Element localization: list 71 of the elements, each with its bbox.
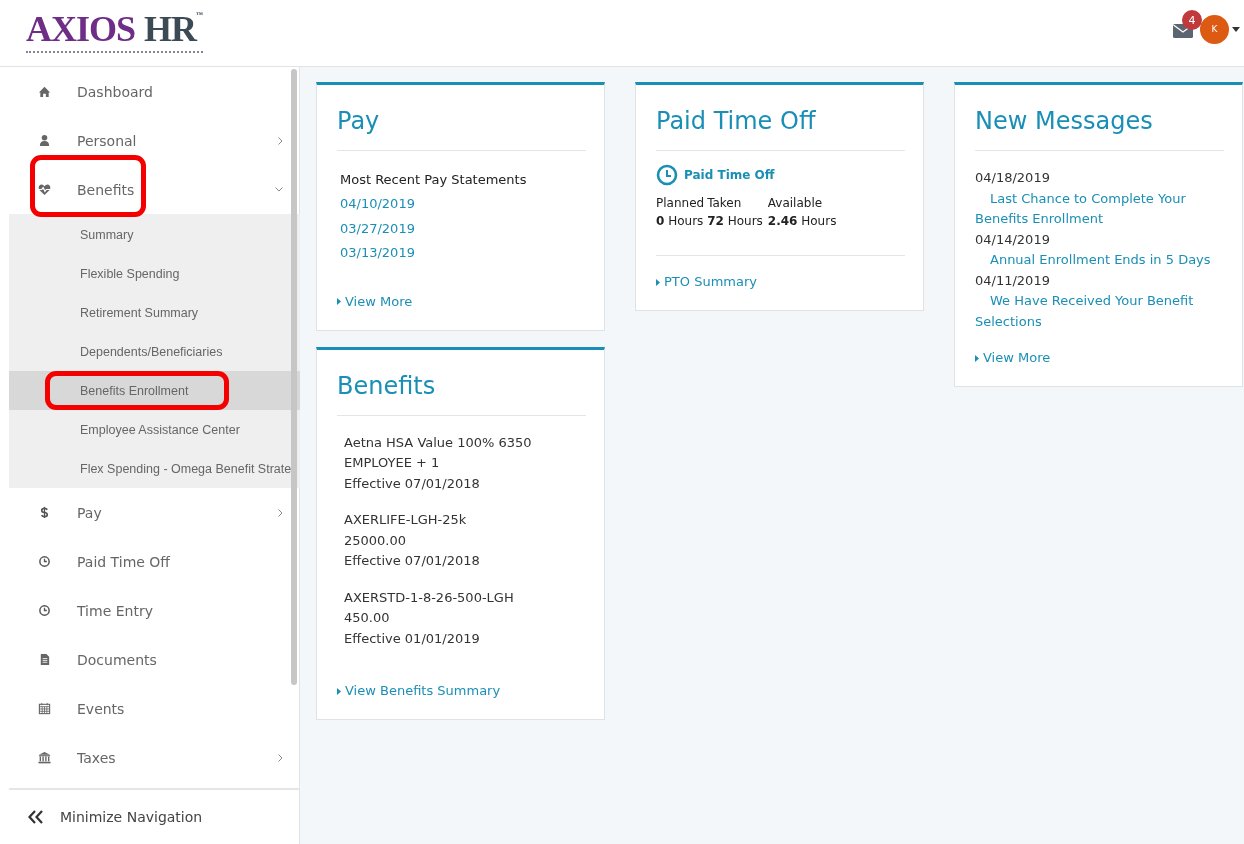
caret-right-icon (656, 278, 660, 286)
chevron-right-icon (278, 136, 283, 145)
hours-value: 2.46 Hours (767, 213, 837, 230)
plan-detail: EMPLOYEE + 1 (344, 454, 441, 472)
plan-detail: 450.00 (344, 609, 391, 627)
nav-item[interactable]: Time Entry (9, 586, 299, 635)
message-date: 04/18/2019 (975, 169, 1050, 187)
clock-icon (656, 164, 678, 186)
clock-icon (37, 604, 51, 617)
nav-item[interactable]: Taxes (9, 733, 299, 782)
message-link[interactable]: Last Chance to Complete Your Benefits Enrollment (975, 188, 1224, 230)
nav-item[interactable]: Benefits (9, 165, 299, 214)
submenu-item[interactable]: Flex Spending - Omega Benefit Strate (9, 449, 300, 488)
view-link[interactable]: PTO Summary (656, 272, 757, 292)
submenu-item[interactable]: Retirement Summary (9, 293, 300, 332)
plan-detail: Effective 01/01/2019 (344, 629, 481, 648)
caret-right-icon (337, 298, 341, 305)
caret-right-icon (337, 687, 341, 695)
home-icon (37, 85, 51, 98)
hours-value: 0 Hours (656, 213, 705, 230)
submenu-item[interactable]: Summary (9, 215, 300, 254)
nav-item[interactable]: Events (9, 684, 299, 733)
view-link[interactable]: View Benefits Summary (337, 681, 501, 701)
scrollbar-thumb[interactable] (291, 69, 297, 685)
card-title: New Messages (975, 106, 1153, 137)
nav-item[interactable]: Pay (9, 488, 299, 537)
plan-detail: Effective 07/01/2018 (344, 552, 480, 570)
notification-badge: 4 (1182, 10, 1202, 30)
chevron-right-icon (278, 508, 283, 517)
view-link[interactable]: View More (337, 291, 413, 312)
plan-detail: Aetna HSA Value 100% 6350 (344, 433, 532, 452)
chevron-down-icon (275, 187, 283, 192)
view-link[interactable]: View More (975, 348, 1051, 368)
clock-icon (37, 555, 51, 568)
column-header: Planned (656, 195, 705, 212)
nav-item[interactable]: Paid Time Off (9, 537, 299, 586)
plan-detail: AXERSTD-1-8-26-500-LGH (344, 588, 514, 607)
heartbeat-icon (37, 183, 51, 196)
column-header: Taken (707, 195, 743, 212)
section-heading: Paid Time Off (684, 168, 775, 182)
chevron-right-icon (278, 753, 283, 762)
message-link[interactable]: Annual Enrollment Ends in 5 Days (975, 250, 1211, 271)
section-heading: Most Recent Pay Statements (339, 171, 527, 189)
nav-item[interactable]: Documents (9, 635, 299, 684)
minimize-navigation-button[interactable]: Minimize Navigation (9, 788, 299, 844)
card-title: Paid Time Off (656, 106, 816, 137)
submenu-item[interactable]: Flexible Spending (9, 254, 300, 293)
caret-right-icon (975, 354, 979, 362)
message-date: 04/11/2019 (975, 271, 1050, 290)
calendar-icon (37, 702, 51, 715)
column-header: Available (767, 195, 824, 212)
pay-statement-link[interactable]: 03/13/2019 (337, 241, 415, 266)
plan-detail: 25000.00 (344, 531, 408, 550)
pay-statement-link[interactable]: 04/10/2019 (337, 192, 415, 217)
bank-icon (37, 751, 51, 764)
nav-item[interactable]: Personal (9, 116, 299, 165)
message-link[interactable]: We Have Received Your Benefit Selections (975, 291, 1224, 332)
plan-detail: AXERLIFE-LGH-25k (344, 511, 468, 529)
pay-statement-link[interactable]: 03/27/2019 (337, 216, 415, 241)
submenu-item[interactable]: Dependents/Beneficiaries (9, 332, 300, 371)
avatar[interactable]: K (1200, 14, 1229, 44)
hours-value: 72 Hours (707, 213, 763, 230)
submenu-item[interactable]: Employee Assistance Center (9, 410, 300, 449)
user-icon (37, 134, 51, 147)
message-date: 04/14/2019 (975, 230, 1050, 249)
plan-detail: Effective 07/01/2018 (344, 474, 481, 493)
card-title: Pay (337, 106, 380, 137)
caret-icon (1232, 26, 1240, 32)
card-title: Benefits (337, 370, 436, 402)
nav-item[interactable]: Dashboard (9, 67, 299, 116)
double-chevron-left-icon (28, 810, 44, 824)
